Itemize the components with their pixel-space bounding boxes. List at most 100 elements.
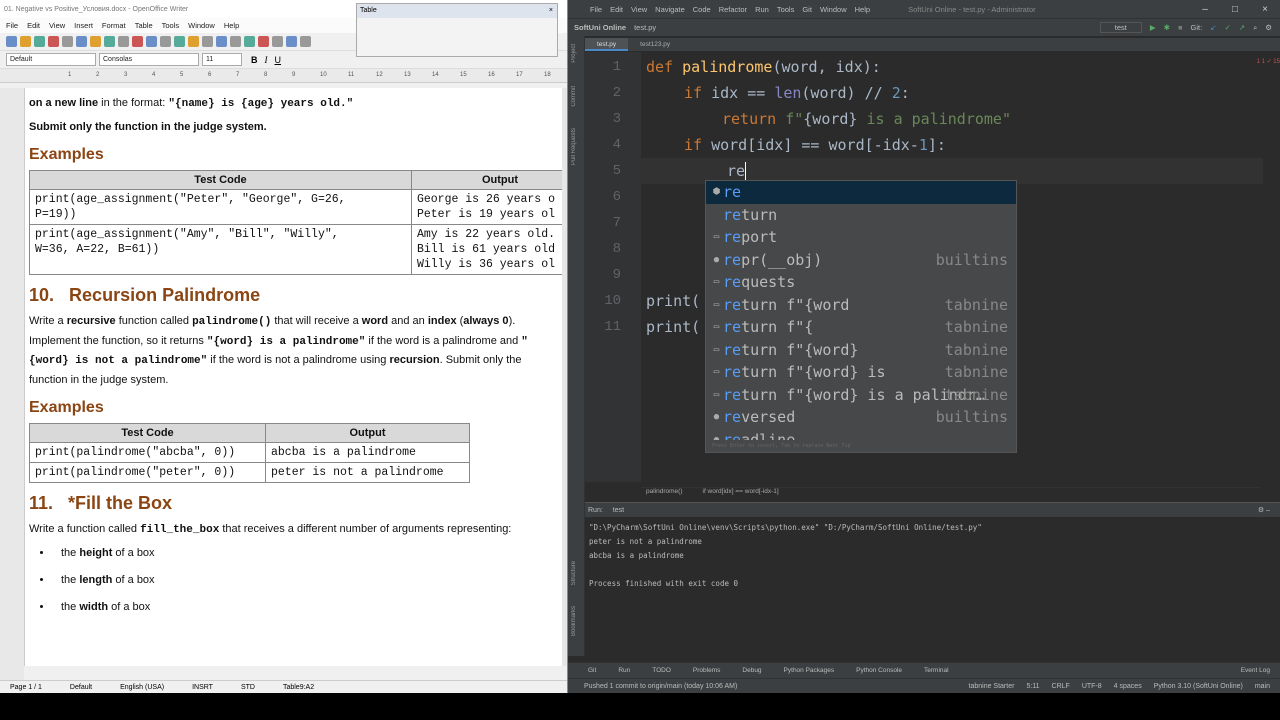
- table-cell[interactable]: George is 26 years o Peter is 19 years o…: [410, 189, 567, 225]
- completion-item[interactable]: ● reversed builtins: [706, 406, 1016, 429]
- completion-item[interactable]: ▭ return f"{word} is tabnine: [706, 361, 1016, 384]
- examples-table[interactable]: Test Code Output print(palindrome("abcba",…: [29, 423, 470, 483]
- status-field[interactable]: 5:11: [1026, 683, 1039, 690]
- table-cell[interactable]: print(palindrome("peter", 0)): [29, 462, 266, 483]
- menu-item-code[interactable]: Code: [693, 5, 711, 14]
- table-cell[interactable]: print(palindrome("abcba", 0)): [29, 442, 266, 463]
- toolbar-icon[interactable]: [174, 36, 185, 47]
- menu-item-view[interactable]: View: [49, 21, 65, 30]
- toolbar-icon[interactable]: [90, 36, 101, 47]
- editor-tab[interactable]: test.py: [585, 38, 629, 51]
- horizontal-ruler[interactable]: 1 2 3 4 5 6 7 8 9 10 11 12 13 14 15 16 17 18: [0, 69, 567, 83]
- settings-icon[interactable]: ⚙ –: [1258, 506, 1280, 514]
- toolbar-icon[interactable]: [48, 36, 59, 47]
- tool-window-button[interactable]: Commit: [571, 86, 577, 107]
- toolbar-icon[interactable]: [132, 36, 143, 47]
- italic-icon[interactable]: I: [265, 55, 268, 65]
- search-icon[interactable]: ⌕: [1253, 23, 1257, 33]
- menu-item-run[interactable]: Run: [755, 5, 769, 14]
- tool-window-button[interactable]: Structure: [571, 561, 577, 585]
- completion-item[interactable]: ● repr(__obj) builtins: [706, 249, 1016, 272]
- table-cell[interactable]: print(age_assignment("Peter", "George", …: [29, 189, 412, 225]
- completion-item[interactable]: return: [706, 204, 1016, 227]
- toolbar-icon[interactable]: [62, 36, 73, 47]
- settings-icon[interactable]: ⚙: [1265, 23, 1272, 32]
- toolbar-icon[interactable]: [188, 36, 199, 47]
- toolbar-icon[interactable]: [272, 36, 283, 47]
- toolbar-icon[interactable]: [286, 36, 297, 47]
- tool-tab-python-packages[interactable]: Python Packages: [784, 667, 835, 674]
- status-field[interactable]: 4 spaces: [1114, 683, 1142, 690]
- editor-tab[interactable]: test123.py: [628, 38, 682, 51]
- toolbar-icon[interactable]: [160, 36, 171, 47]
- tool-tab-todo[interactable]: TODO: [652, 667, 671, 674]
- menu-item-file[interactable]: File: [590, 5, 602, 14]
- font-name-box[interactable]: Consolas: [99, 53, 199, 66]
- menu-item-git[interactable]: Git: [802, 5, 812, 14]
- menu-item-edit[interactable]: Edit: [610, 5, 623, 14]
- menu-item-tools[interactable]: Tools: [777, 5, 795, 14]
- close-icon[interactable]: ×: [1250, 4, 1280, 15]
- table-cell[interactable]: Amy is 22 years old. Bill is 61 years ol…: [410, 224, 567, 275]
- tool-window-button[interactable]: Pull Requests: [571, 128, 577, 165]
- completion-item[interactable]: ▭ return f"{word} is a palindr… tabnine: [706, 384, 1016, 407]
- menu-item-table[interactable]: Table: [135, 21, 153, 30]
- tool-tab-git[interactable]: Git: [588, 667, 596, 674]
- completion-item[interactable]: ▭ return f"{word} tabnine: [706, 339, 1016, 362]
- maximize-icon[interactable]: □: [1220, 4, 1250, 15]
- underline-icon[interactable]: U: [275, 55, 282, 65]
- toolbar-icon[interactable]: [230, 36, 241, 47]
- git-update-icon[interactable]: ↙: [1210, 23, 1216, 32]
- close-icon[interactable]: ×: [549, 4, 557, 18]
- status-field[interactable]: Python 3.10 (SoftUni Online): [1154, 683, 1243, 690]
- tool-tab-debug[interactable]: Debug: [742, 667, 761, 674]
- status-field[interactable]: CRLF: [1052, 683, 1070, 690]
- stop-icon[interactable]: ■: [1178, 23, 1183, 32]
- toolbar-icon[interactable]: [146, 36, 157, 47]
- completion-item[interactable]: ⬢ re: [706, 181, 1016, 204]
- completion-item[interactable]: ▭ report: [706, 226, 1016, 249]
- git-commit-icon[interactable]: ✓: [1224, 23, 1230, 32]
- paragraph-style-box[interactable]: Default: [6, 53, 96, 66]
- toolbar-icon[interactable]: [244, 36, 255, 47]
- tool-tab-run[interactable]: Run: [618, 667, 630, 674]
- run-config-select[interactable]: test: [1099, 22, 1142, 33]
- completion-item[interactable]: ▭ return f"{word tabnine: [706, 294, 1016, 317]
- toolbar-icon[interactable]: [76, 36, 87, 47]
- tool-window-button[interactable]: Bookmarks: [571, 606, 577, 636]
- toolbar-icon[interactable]: [118, 36, 129, 47]
- status-field[interactable]: UTF-8: [1082, 683, 1102, 690]
- menu-item-help[interactable]: Help: [855, 5, 870, 14]
- toolbar-icon[interactable]: [258, 36, 269, 47]
- completion-item[interactable]: ▭ requests: [706, 271, 1016, 294]
- font-size-box[interactable]: 11: [202, 53, 242, 66]
- menu-item-navigate[interactable]: Navigate: [655, 5, 685, 14]
- minimize-icon[interactable]: –: [1190, 4, 1220, 15]
- menu-item-tools[interactable]: Tools: [162, 21, 180, 30]
- toolbar-icon[interactable]: [104, 36, 115, 47]
- breadcrumb-item[interactable]: palindrome(): [646, 488, 683, 500]
- document-page[interactable]: on a new line in the format: "{name} is …: [24, 88, 567, 666]
- breadcrumb-item[interactable]: if word[idx] == word[-idx-1]: [703, 488, 779, 500]
- tool-tab-problems[interactable]: Problems: [693, 667, 720, 674]
- menu-item-help[interactable]: Help: [224, 21, 239, 30]
- file-breadcrumb[interactable]: test.py: [634, 23, 656, 32]
- menu-item-window[interactable]: Window: [188, 21, 215, 30]
- status-field[interactable]: tabnine Starter: [969, 683, 1015, 690]
- completion-item[interactable]: ▭ return f"{tabnine: [706, 316, 1016, 339]
- toolbar-icon[interactable]: [216, 36, 227, 47]
- menu-item-view[interactable]: View: [631, 5, 647, 14]
- toolbar-icon[interactable]: [20, 36, 31, 47]
- toolbar-icon[interactable]: [202, 36, 213, 47]
- examples-table[interactable]: Test Code Output print(age_assignment("Pet…: [29, 170, 567, 275]
- menu-item-refactor[interactable]: Refactor: [719, 5, 747, 14]
- menu-item-file[interactable]: File: [6, 21, 18, 30]
- toolbar-icon[interactable]: [300, 36, 311, 47]
- tool-window-button[interactable]: Project: [571, 44, 577, 63]
- toolbar-icon[interactable]: [6, 36, 17, 47]
- table-cell[interactable]: abcba is a palindrome: [265, 442, 470, 463]
- run-tab[interactable]: test: [613, 507, 624, 514]
- project-name[interactable]: SoftUni Online: [574, 23, 626, 32]
- menu-item-window[interactable]: Window: [820, 5, 847, 14]
- status-field[interactable]: main: [1255, 683, 1270, 690]
